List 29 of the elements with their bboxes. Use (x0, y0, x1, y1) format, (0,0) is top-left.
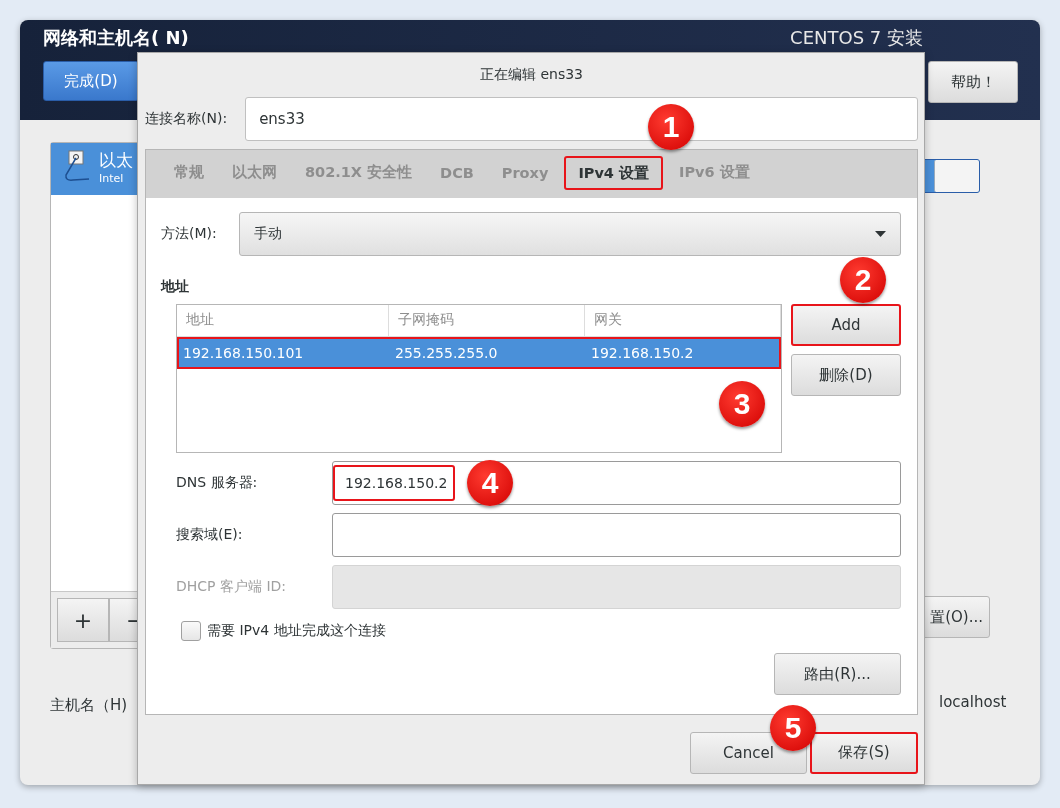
column-header: 网关 (585, 305, 781, 336)
hostname-label: 主机名（H) (50, 696, 129, 715)
caret-icon (875, 231, 886, 237)
dialog-title: 正在编辑 ens33 (479, 66, 583, 84)
checkbox[interactable] (181, 621, 201, 641)
method-label: 方法(M): (161, 225, 217, 243)
address-action-button[interactable]: Add (791, 304, 901, 346)
column-header: 子网掩码 (389, 305, 585, 336)
help-button[interactable]: 帮助！ (928, 61, 1018, 103)
input-field[interactable] (332, 513, 901, 557)
routes-button[interactable]: 路由(R)... (774, 653, 901, 695)
add-connection-button[interactable]: + (57, 598, 109, 642)
product-title: CENTOS 7 安装 (790, 26, 923, 50)
connection-name: 以太 (99, 149, 133, 172)
addresses-heading: 地址 (161, 278, 189, 296)
field-label: DHCP 客户端 ID: (175, 578, 288, 596)
connection-detail: Intel (99, 172, 125, 185)
field-label: DNS 服务器: (175, 474, 259, 492)
page-title: 网络和主机名( N) (43, 26, 189, 50)
field-label: 搜索域(E): (175, 526, 244, 544)
settings-tab[interactable]: IPv4 设置 (564, 156, 663, 190)
method-dropdown[interactable]: 手动 (238, 212, 901, 256)
column-header: 地址 (177, 305, 389, 336)
hostname-value: localhost (939, 693, 1007, 711)
address-action-button[interactable]: 删除(D) (791, 354, 901, 396)
dialog-button[interactable]: 保存(S) (810, 731, 918, 774)
checkbox-label: 需要 IPv4 地址完成这个连接 (207, 622, 386, 640)
done-button[interactable]: 完成(D) (43, 61, 139, 101)
connection-name-label: 连接名称(N): (145, 110, 228, 128)
